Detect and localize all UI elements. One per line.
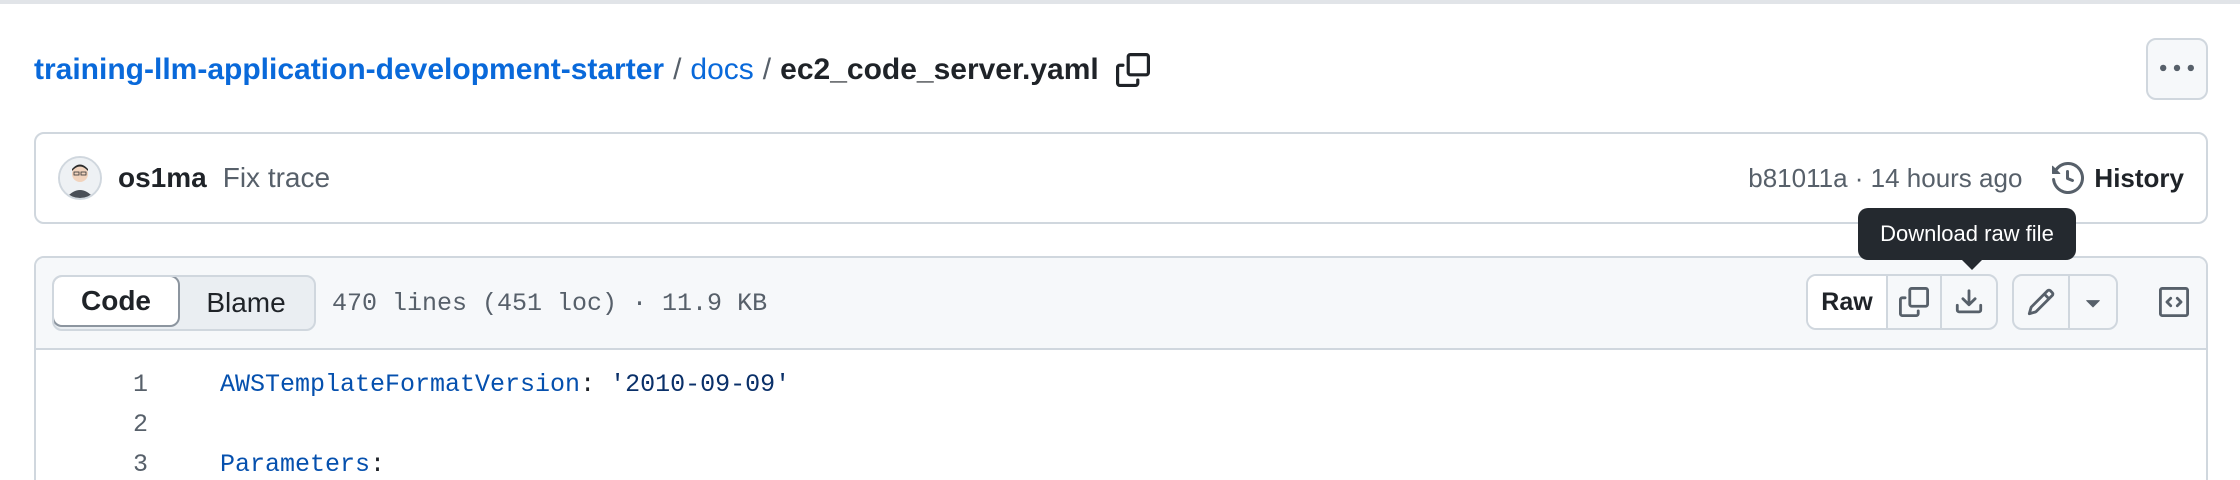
line-number[interactable]: 3 [36, 450, 148, 479]
raw-button-group: Raw [1806, 274, 1998, 330]
copy-icon [1899, 287, 1929, 317]
edit-dropdown-button[interactable] [2070, 276, 2116, 328]
breadcrumb-separator: / [673, 53, 682, 86]
yaml-key: AWSTemplateFormatVersion [220, 369, 581, 399]
breadcrumb-separator: / [762, 53, 772, 86]
line-content: Parameters: [220, 450, 385, 479]
user-avatar-icon [60, 158, 100, 198]
download-raw-tooltip: Download raw file [1858, 208, 2076, 270]
yaml-punct: : [580, 369, 611, 399]
breadcrumb: training-llm-application-development-sta… [34, 46, 1153, 94]
raw-button[interactable]: Raw [1808, 276, 1888, 328]
file-stats: 470 lines (451 loc) · 11.9 KB [332, 288, 768, 318]
symbols-panel-button[interactable] [2146, 274, 2202, 330]
breadcrumb-file-name: ec2_code_server.yaml [780, 53, 1099, 86]
copy-raw-button[interactable] [1888, 276, 1942, 328]
more-options-button[interactable] [2146, 38, 2208, 100]
yaml-punct: : [370, 449, 386, 479]
kebab-horizontal-icon [2160, 64, 2194, 72]
commit-message[interactable]: Fix trace [223, 162, 330, 194]
download-raw-button[interactable] [1942, 276, 1996, 328]
copy-icon [1115, 53, 1150, 87]
triangle-down-icon [2086, 300, 2100, 308]
breadcrumb-folder-link[interactable]: docs [690, 53, 753, 87]
view-mode-toggle: Code Blame [52, 275, 316, 331]
tab-code[interactable]: Code [54, 277, 180, 327]
code-line: 2 [36, 404, 2206, 444]
breadcrumb-repo-link[interactable]: training-llm-application-development-sta… [34, 53, 664, 87]
yaml-string: '2010-09-09' [610, 369, 791, 399]
commit-author[interactable]: os1ma [118, 162, 207, 194]
copy-path-button[interactable] [1113, 50, 1153, 90]
code-square-icon [2159, 287, 2189, 317]
file-viewer: Code Blame 470 lines (451 loc) · 11.9 KB… [34, 256, 2208, 480]
code-line: 3 Parameters: [36, 444, 2206, 480]
yaml-key: Parameters [220, 449, 371, 479]
avatar[interactable] [58, 156, 102, 200]
line-number[interactable]: 2 [36, 410, 148, 439]
edit-file-button[interactable] [2014, 276, 2070, 328]
line-content: AWSTemplateFormatVersion: '2010-09-09' [220, 370, 790, 399]
code-view: 1 AWSTemplateFormatVersion: '2010-09-09'… [36, 350, 2206, 480]
code-line: 1 AWSTemplateFormatVersion: '2010-09-09' [36, 364, 2206, 404]
history-label: History [2094, 162, 2184, 193]
download-icon [1955, 289, 1983, 314]
commit-right-section: b81011a · 14 hours ago History [1748, 162, 2184, 194]
history-icon [2052, 162, 2085, 194]
history-button[interactable]: History [2052, 162, 2184, 194]
tab-blame[interactable]: Blame [178, 277, 314, 329]
file-header: Code Blame 470 lines (451 loc) · 11.9 KB… [36, 258, 2206, 350]
edit-button-group [2012, 274, 2118, 330]
pencil-icon [2027, 288, 2055, 316]
top-border [0, 0, 2240, 4]
line-number[interactable]: 1 [36, 370, 148, 399]
commit-hash-time[interactable]: b81011a · 14 hours ago [1748, 163, 2022, 194]
